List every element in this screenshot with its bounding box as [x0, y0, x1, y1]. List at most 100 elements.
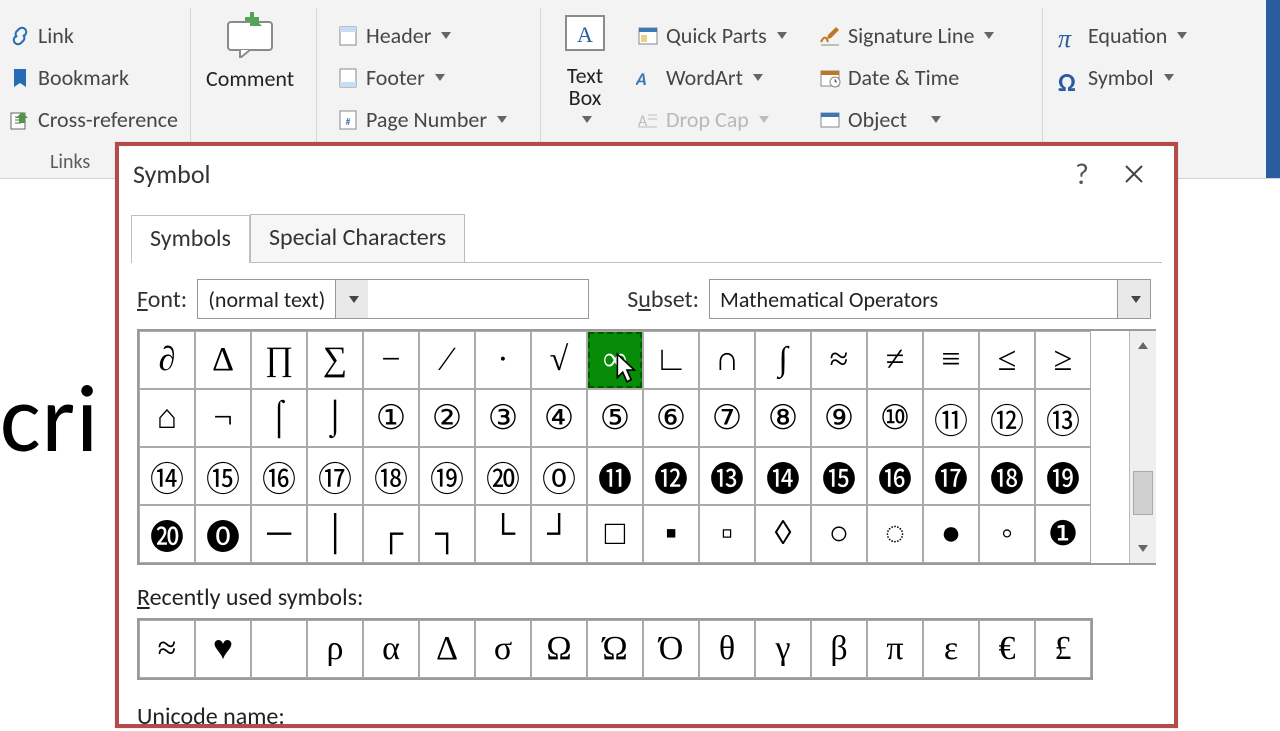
- recent-symbol-cell[interactable]: Δ: [419, 620, 475, 678]
- symbol-cell[interactable]: −: [363, 331, 419, 389]
- recent-symbol-cell[interactable]: α: [363, 620, 419, 678]
- symbol-cell[interactable]: ⓱: [923, 447, 979, 505]
- datetime-button[interactable]: Date & Time: [818, 64, 959, 91]
- symbol-cell[interactable]: │: [307, 505, 363, 563]
- symbol-cell[interactable]: ∑: [307, 331, 363, 389]
- recent-symbol-cell[interactable]: θ: [699, 620, 755, 678]
- symbol-cell[interactable]: ⑳: [475, 447, 531, 505]
- symbol-cell[interactable]: ⓰: [867, 447, 923, 505]
- recent-symbol-cell[interactable]: ≈: [139, 620, 195, 678]
- symbol-cell[interactable]: ⓮: [755, 447, 811, 505]
- symbol-cell[interactable]: ②: [419, 389, 475, 447]
- sigline-button[interactable]: Signature Line: [818, 22, 994, 49]
- symbol-cell[interactable]: √: [531, 331, 587, 389]
- recent-symbol-cell[interactable]: ρ: [307, 620, 363, 678]
- textbox-button[interactable]: A Text Box: [560, 10, 610, 128]
- recent-symbol-cell[interactable]: γ: [755, 620, 811, 678]
- recent-symbol-cell[interactable]: Ώ: [587, 620, 643, 678]
- recent-symbol-cell[interactable]: Ω: [531, 620, 587, 678]
- symbol-cell[interactable]: ≈: [811, 331, 867, 389]
- symbol-cell[interactable]: ◦: [979, 505, 1035, 563]
- symbol-cell[interactable]: ⓭: [699, 447, 755, 505]
- tab-symbols[interactable]: Symbols: [131, 215, 250, 263]
- equation-button[interactable]: π Equation: [1058, 22, 1187, 49]
- symbol-cell[interactable]: ⓯: [811, 447, 867, 505]
- symbol-cell[interactable]: ▪: [643, 505, 699, 563]
- symbol-cell[interactable]: ⑩: [867, 389, 923, 447]
- recent-symbol-cell[interactable]: β: [811, 620, 867, 678]
- symbol-cell[interactable]: ∕: [419, 331, 475, 389]
- symbol-cell[interactable]: ≡: [923, 331, 979, 389]
- pagenum-button[interactable]: # Page Number: [336, 106, 507, 133]
- object-button[interactable]: Object: [818, 106, 941, 133]
- symbol-cell[interactable]: ⑲: [419, 447, 475, 505]
- header-button[interactable]: Header: [336, 22, 451, 49]
- recent-symbol-cell[interactable]: Ό: [643, 620, 699, 678]
- symbol-cell[interactable]: ¬: [195, 389, 251, 447]
- symbol-cell[interactable]: □: [587, 505, 643, 563]
- symbol-cell[interactable]: ≠: [867, 331, 923, 389]
- symbol-cell[interactable]: ∩: [699, 331, 755, 389]
- scroll-thumb[interactable]: [1133, 471, 1153, 515]
- symbol-cell[interactable]: ⌠: [251, 389, 307, 447]
- font-combo[interactable]: (normal text): [197, 279, 589, 319]
- symbol-cell[interactable]: ┘: [531, 505, 587, 563]
- scroll-up-button[interactable]: [1130, 331, 1156, 359]
- symbol-cell[interactable]: ∫: [755, 331, 811, 389]
- crossref-button[interactable]: Cross-reference: [8, 106, 178, 133]
- quickparts-button[interactable]: Quick Parts: [636, 22, 787, 49]
- symbol-cell[interactable]: ④: [531, 389, 587, 447]
- symbol-cell[interactable]: ∟: [643, 331, 699, 389]
- symbol-cell[interactable]: ⑪: [923, 389, 979, 447]
- symbol-cell[interactable]: ⑯: [251, 447, 307, 505]
- symbol-cell[interactable]: ─: [251, 505, 307, 563]
- bookmark-button[interactable]: Bookmark: [8, 64, 129, 91]
- symbol-cell[interactable]: ⑫: [979, 389, 1035, 447]
- recent-symbol-cell[interactable]: π: [867, 620, 923, 678]
- recent-symbol-cell[interactable]: ε: [923, 620, 979, 678]
- symbol-cell[interactable]: ┌: [363, 505, 419, 563]
- symbol-cell[interactable]: ○: [811, 505, 867, 563]
- symbol-cell[interactable]: ∙: [475, 331, 531, 389]
- symbol-cell[interactable]: ∏: [251, 331, 307, 389]
- recent-symbol-cell[interactable]: σ: [475, 620, 531, 678]
- symbol-cell[interactable]: ◌: [867, 505, 923, 563]
- symbol-cell-selected[interactable]: ∞: [587, 331, 643, 389]
- symbol-cell[interactable]: └: [475, 505, 531, 563]
- recent-symbol-cell[interactable]: [251, 620, 307, 678]
- symbol-cell[interactable]: ⑭: [139, 447, 195, 505]
- symbol-cell[interactable]: ⑦: [699, 389, 755, 447]
- font-combo-button[interactable]: [335, 280, 368, 318]
- symbol-cell[interactable]: ≥: [1035, 331, 1091, 389]
- symbol-cell[interactable]: ❶: [1035, 505, 1091, 563]
- symbol-cell[interactable]: ⑱: [363, 447, 419, 505]
- symbol-cell[interactable]: ③: [475, 389, 531, 447]
- symbol-cell[interactable]: ⑨: [811, 389, 867, 447]
- grid-scrollbar[interactable]: [1129, 331, 1156, 563]
- symbol-cell[interactable]: ⓿: [195, 505, 251, 563]
- symbol-cell[interactable]: ●: [923, 505, 979, 563]
- symbol-cell[interactable]: ⑰: [307, 447, 363, 505]
- symbol-cell[interactable]: ⓴: [139, 505, 195, 563]
- symbol-button[interactable]: Ω Symbol: [1058, 64, 1174, 91]
- symbol-cell[interactable]: ▫: [699, 505, 755, 563]
- symbol-cell[interactable]: ⓪: [531, 447, 587, 505]
- link-button[interactable]: Link: [8, 22, 74, 49]
- symbol-cell[interactable]: ⓬: [643, 447, 699, 505]
- symbol-cell[interactable]: ⑧: [755, 389, 811, 447]
- symbol-cell[interactable]: ⓳: [1035, 447, 1091, 505]
- symbol-cell[interactable]: ⓲: [979, 447, 1035, 505]
- footer-button[interactable]: Footer: [336, 64, 445, 91]
- symbol-cell[interactable]: ⑤: [587, 389, 643, 447]
- symbol-cell[interactable]: ⓫: [587, 447, 643, 505]
- recent-symbol-cell[interactable]: £: [1035, 620, 1091, 678]
- symbol-cell[interactable]: ①: [363, 389, 419, 447]
- symbol-cell[interactable]: ⌂: [139, 389, 195, 447]
- symbol-cell[interactable]: ◊: [755, 505, 811, 563]
- symbol-cell[interactable]: Δ: [195, 331, 251, 389]
- comment-button[interactable]: Comment: [206, 12, 294, 92]
- subset-combo-button[interactable]: [1117, 280, 1150, 318]
- symbol-cell[interactable]: ∂: [139, 331, 195, 389]
- recent-symbol-cell[interactable]: ♥: [195, 620, 251, 678]
- symbol-cell[interactable]: ⑬: [1035, 389, 1091, 447]
